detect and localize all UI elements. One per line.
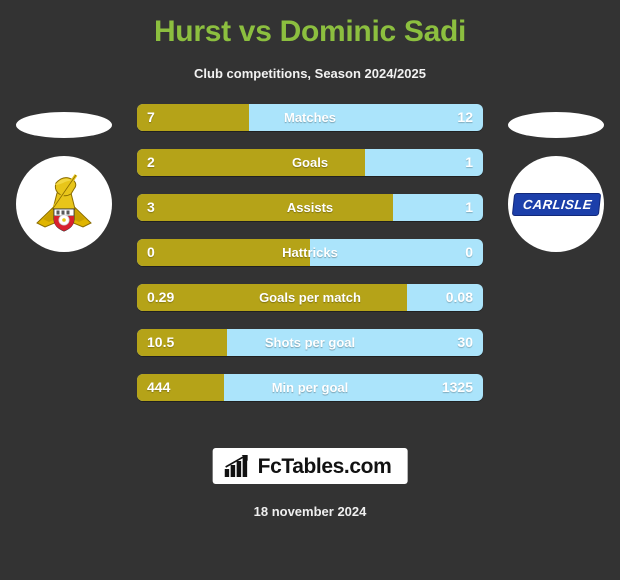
stat-label: Assists: [286, 200, 334, 215]
stat-row-min-per-goal: 444 Min per goal 1325: [137, 374, 483, 401]
stat-rows: 7 Matches 12 2 Goals 1 3 Assists 1 0 Hat…: [137, 104, 483, 419]
stat-label: Min per goal: [271, 380, 349, 395]
stat-row-goals: 2 Goals 1: [137, 149, 483, 176]
stat-label: Goals: [291, 155, 329, 170]
right-value: 1325: [441, 379, 473, 395]
stat-row-goals-per-match: 0.29 Goals per match 0.08: [137, 284, 483, 311]
stat-row-assists: 3 Assists 1: [137, 194, 483, 221]
stat-label: Goals per match: [259, 290, 361, 305]
page-subtitle: Club competitions, Season 2024/2025: [194, 66, 426, 81]
comparison-panel: CARLISLE 7 Matches 12 2 Goals 1 3 Assist…: [0, 104, 620, 414]
footer-date: 18 november 2024: [253, 504, 367, 519]
doncaster-rovers-crest-icon: [36, 174, 92, 232]
stat-row-shots-per-goal: 10.5 Shots per goal 30: [137, 329, 483, 356]
left-badge-shine: [16, 112, 112, 138]
fctables-brand-text: FcTables.com: [257, 454, 392, 478]
left-team-badge[interactable]: [16, 156, 112, 252]
stat-row-hattricks: 0 Hattricks 0: [137, 239, 483, 266]
stat-label: Hattricks: [282, 245, 338, 260]
stat-label: Shots per goal: [264, 335, 356, 350]
bar-chart-icon: [224, 455, 248, 477]
right-value: 1: [465, 154, 473, 170]
page-title: Hurst vs Dominic Sadi: [153, 15, 467, 48]
fctables-logo[interactable]: FcTables.com: [212, 448, 408, 484]
right-team-badge[interactable]: CARLISLE: [508, 156, 604, 252]
stat-label: Matches: [283, 110, 337, 125]
carlisle-wordmark: CARLISLE: [511, 192, 601, 216]
right-value: 0.08: [445, 289, 473, 305]
right-value: 0: [465, 244, 473, 260]
right-value: 12: [457, 109, 473, 125]
stat-row-matches: 7 Matches 12: [137, 104, 483, 131]
right-badge-shine: [508, 112, 604, 138]
right-value: 1: [465, 199, 473, 215]
right-value: 30: [457, 334, 473, 350]
